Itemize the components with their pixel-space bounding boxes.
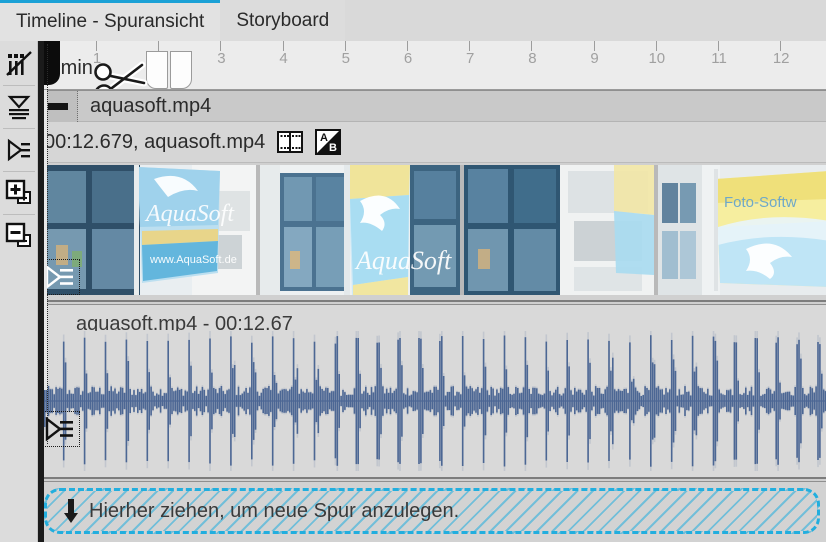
ruler-tick-label: 10 <box>648 50 666 67</box>
svg-text:AquaSoft: AquaSoft <box>354 246 452 275</box>
toolbar-separator <box>2 214 35 215</box>
toolbar-separator <box>2 171 35 172</box>
new-track-drop-area: Hierher ziehen, um neue Spur anzulegen. <box>38 481 826 542</box>
toolbar-button-add-track[interactable] <box>2 174 36 212</box>
insert-above-icon <box>7 95 30 120</box>
toolbar-button-toggle-waveform[interactable] <box>2 45 36 83</box>
toolbar-separator <box>2 85 35 86</box>
playhead-line <box>47 44 48 444</box>
ruler-tick-label: 12 <box>772 50 790 67</box>
video-thumbnail[interactable]: AquaSoft <box>260 165 460 295</box>
fade-in-arrow-icon <box>45 417 73 441</box>
ruler-tick-label: 9 <box>590 50 599 67</box>
split-marker-left[interactable] <box>146 51 168 89</box>
ruler-tick-label: 7 <box>466 50 475 67</box>
svg-text:Foto-Softw: Foto-Softw <box>724 194 797 211</box>
tab-timeline[interactable]: Timeline - Spuransicht <box>0 0 221 41</box>
minus-collapse-icon <box>47 102 68 110</box>
video-thumbnail[interactable]: Foto-Softw <box>658 165 826 295</box>
ruler-tick-label: 5 <box>341 50 350 67</box>
toolbar-button-fade-arrow[interactable] <box>2 131 36 169</box>
add-track-plus-icon <box>5 179 31 204</box>
track-area: aquasoft.mp4 00:12.679, aquasoft.mp4 A B… <box>38 90 826 542</box>
timeline-ruler[interactable]: 123456789101112 0 min <box>38 41 826 90</box>
left-toolbar <box>0 41 38 542</box>
audio-track: aquasoft.mp4 - 00:12.67 <box>38 304 826 479</box>
toolbar-button-remove-track[interactable] <box>2 217 36 255</box>
new-track-drop-zone[interactable]: Hierher ziehen, um neue Spur anzulegen. <box>44 488 820 534</box>
ruler-tick-label: 1 <box>92 50 102 67</box>
ab-label-a: A <box>320 132 328 144</box>
fade-in-arrow-icon <box>45 265 73 289</box>
timeline-window: Timeline - Spuransicht Storyboard 1 3 4 … <box>0 0 826 542</box>
audio-waveform[interactable] <box>40 331 826 471</box>
video-clip-info-bar[interactable]: 00:12.679, aquasoft.mp4 A B <box>38 122 826 163</box>
ruler-tick-label: 3 <box>217 50 226 67</box>
split-marker-right[interactable] <box>170 51 192 89</box>
tab-bar: Timeline - Spuransicht Storyboard <box>0 0 826 41</box>
toolbar-separator <box>2 128 35 129</box>
ab-transition-badge-icon[interactable]: A B <box>315 129 342 155</box>
ruler-tick-label: 4 <box>279 50 288 67</box>
video-thumbnail[interactable] <box>464 165 654 295</box>
video-track-title: aquasoft.mp4 <box>90 94 212 117</box>
tab-timeline-label: Timeline - Spuransicht <box>16 11 205 32</box>
down-arrow-icon <box>64 499 78 523</box>
toolbar-button-insert-above[interactable] <box>2 88 36 126</box>
tab-storyboard[interactable]: Storyboard <box>220 0 346 41</box>
svg-text:www.AquaSoft.de: www.AquaSoft.de <box>149 254 237 266</box>
waveform-slash-icon <box>5 51 32 76</box>
ruler-tick-label: 11 <box>711 50 727 67</box>
tab-bar-filler <box>345 0 826 41</box>
new-track-drop-label: Hierher ziehen, um neue Spur anzulegen. <box>89 499 460 522</box>
filmstrip-badge-icon[interactable] <box>277 129 304 155</box>
audio-fade-in-handle[interactable] <box>40 411 80 447</box>
video-track-header: aquasoft.mp4 <box>38 90 826 122</box>
tab-storyboard-label: Storyboard <box>236 9 330 31</box>
fade-arrow-icon <box>7 138 30 162</box>
video-clip-label: 00:12.679, aquasoft.mp4 <box>44 130 266 153</box>
video-filmstrip[interactable]: AquaSoft www.AquaSoft.de AquaSoft Foto-S… <box>42 165 826 295</box>
ruler-tick-label: 8 <box>528 50 537 67</box>
ab-label-b: B <box>329 142 337 154</box>
svg-text:AquaSoft: AquaSoft <box>144 201 235 227</box>
video-track: aquasoft.mp4 00:12.679, aquasoft.mp4 A B… <box>38 90 826 302</box>
timeline-left-gutter <box>44 90 47 390</box>
ruler-tick-label: 6 <box>403 50 413 67</box>
remove-track-minus-icon <box>5 222 31 247</box>
